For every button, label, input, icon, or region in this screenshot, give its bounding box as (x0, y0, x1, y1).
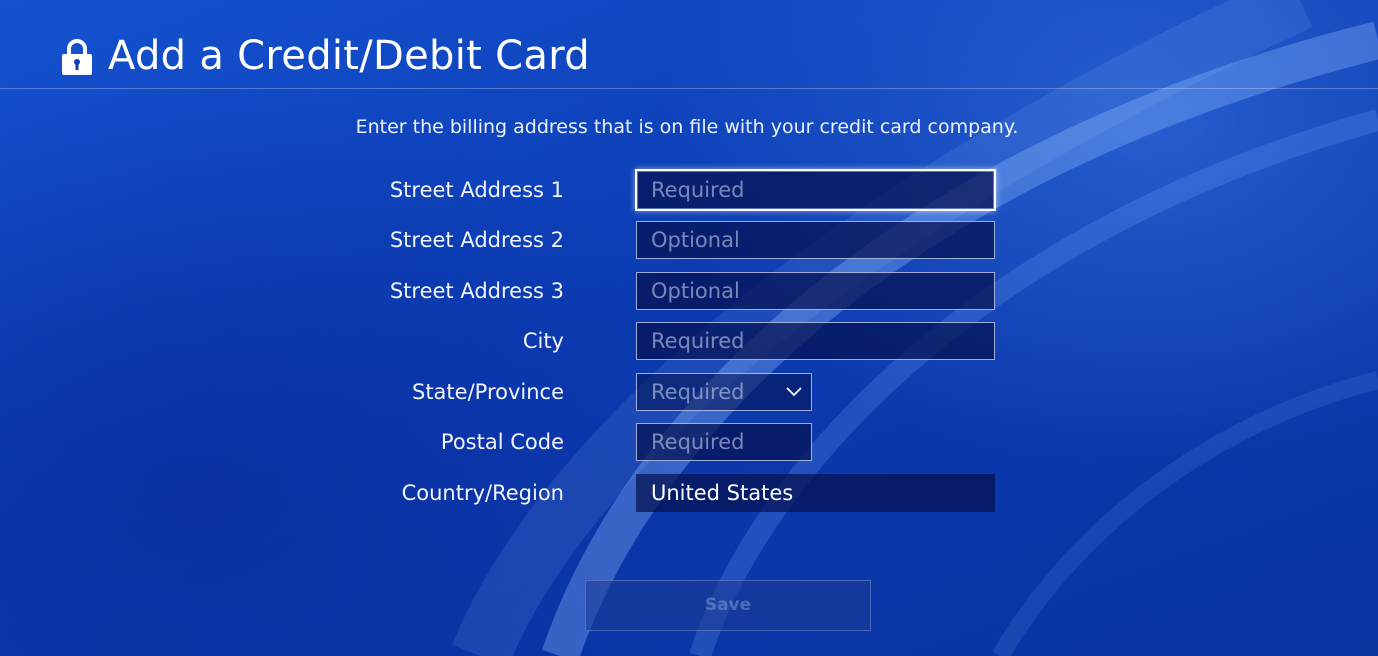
country-region-row: Country/Region United States (0, 472, 1378, 514)
street-address-1-row: Street Address 1 (0, 169, 1378, 211)
city-label: City (522, 329, 564, 353)
postal-code-row: Postal Code (0, 421, 1378, 463)
street-address-1-label: Street Address 1 (389, 178, 564, 202)
lock-icon (62, 39, 92, 75)
postal-code-input[interactable] (636, 423, 812, 461)
country-region-value: United States (651, 481, 794, 505)
billing-instructions: Enter the billing address that is on fil… (355, 116, 1019, 138)
street-address-3-row: Street Address 3 (0, 270, 1378, 312)
state-province-selected-value: Required (651, 380, 745, 404)
street-address-2-label: Street Address 2 (389, 228, 564, 252)
state-province-select[interactable]: Required (636, 373, 812, 411)
state-province-label: State/Province (411, 380, 564, 404)
chevron-down-icon (786, 387, 802, 397)
street-address-2-row: Street Address 2 (0, 219, 1378, 261)
save-button[interactable]: Save (585, 580, 871, 631)
page-title: Add a Credit/Debit Card (108, 33, 590, 79)
street-address-3-input[interactable] (636, 272, 995, 310)
state-province-row: State/Province Required (0, 371, 1378, 413)
city-input[interactable] (636, 322, 995, 360)
country-region-label: Country/Region (401, 481, 564, 505)
country-region-field[interactable]: United States (636, 474, 995, 512)
city-row: City (0, 320, 1378, 362)
header: Add a Credit/Debit Card (0, 0, 1378, 89)
postal-code-label: Postal Code (440, 430, 564, 454)
street-address-3-label: Street Address 3 (389, 279, 564, 303)
street-address-2-input[interactable] (636, 221, 995, 259)
street-address-1-input[interactable] (635, 169, 996, 211)
